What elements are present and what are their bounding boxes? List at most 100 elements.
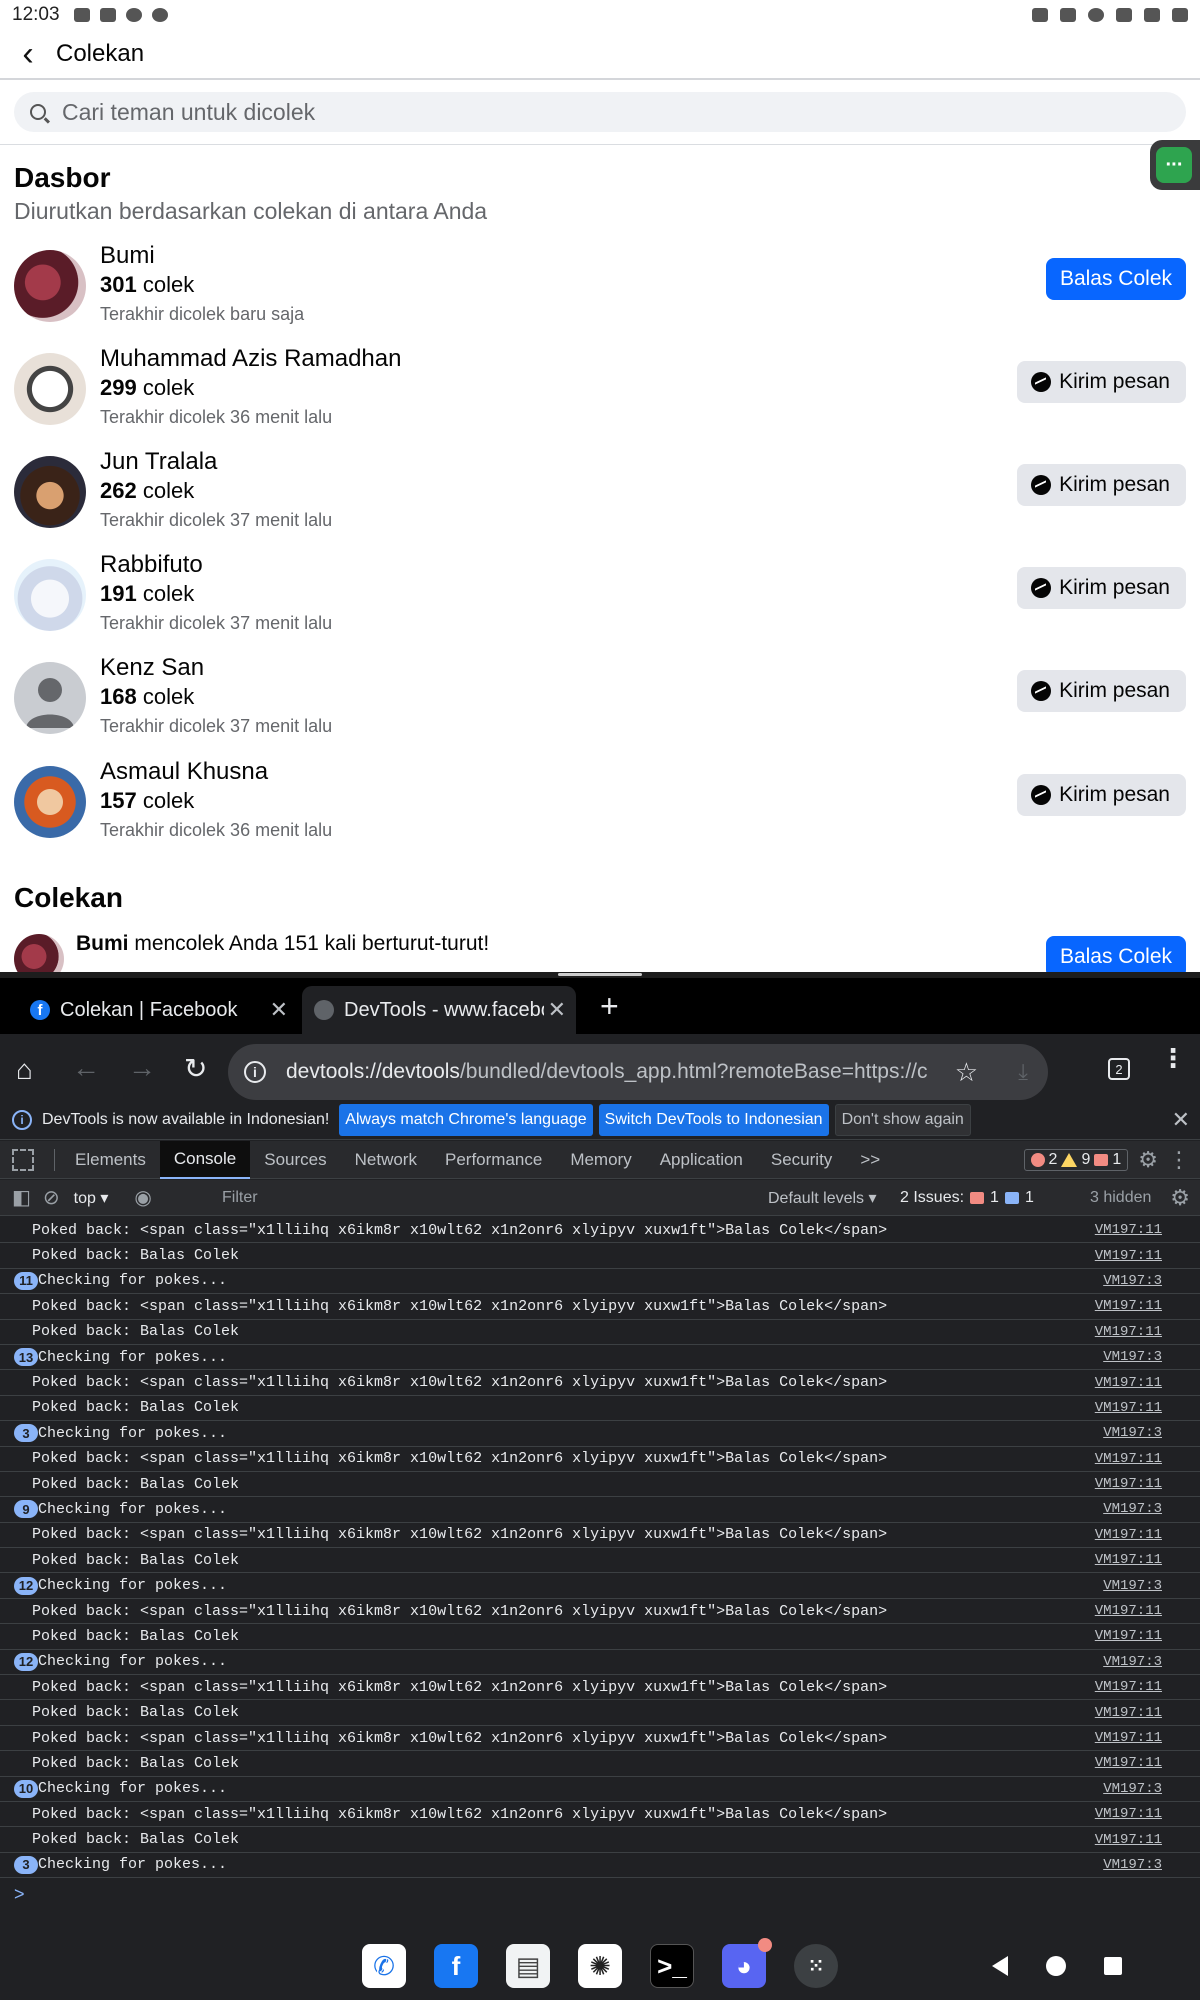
log-source-link[interactable]: VM197:3 [1103, 1578, 1162, 1594]
more-tabs-icon[interactable]: >> [846, 1141, 894, 1179]
avatar[interactable] [14, 456, 86, 528]
console-settings-icon[interactable]: ⚙ [1170, 1185, 1190, 1211]
log-source-link[interactable]: VM197:11 [1095, 1603, 1162, 1619]
address-bar[interactable]: i devtools://devtools/bundled/devtools_a… [228, 1044, 1048, 1100]
send-message-button[interactable]: Kirim pesan [1017, 774, 1186, 816]
settings-gear-icon[interactable]: ⚙ [1138, 1147, 1158, 1173]
console-prompt[interactable]: > [14, 1884, 25, 1905]
log-source-link[interactable]: VM197:11 [1095, 1806, 1162, 1822]
log-source-link[interactable]: VM197:11 [1095, 1628, 1162, 1644]
download-icon[interactable]: ⤓ [1018, 1059, 1028, 1085]
send-message-button[interactable]: Kirim pesan [1017, 361, 1186, 403]
filter-input[interactable] [210, 1184, 750, 1212]
tab-switcher-button[interactable]: 2 [1108, 1058, 1130, 1080]
log-source-link[interactable]: VM197:11 [1095, 1324, 1162, 1340]
search-input[interactable] [62, 98, 962, 126]
log-source-link[interactable]: VM197:11 [1095, 1222, 1162, 1238]
terminal-icon[interactable]: >_ [650, 1944, 694, 1988]
log-source-link[interactable]: VM197:3 [1103, 1501, 1162, 1517]
context-selector[interactable]: top ▾ [74, 1188, 109, 1208]
log-source-link[interactable]: VM197:11 [1095, 1298, 1162, 1314]
log-source-link[interactable]: VM197:11 [1095, 1832, 1162, 1848]
reload-icon[interactable]: ↻ [184, 1052, 207, 1085]
tab-application[interactable]: Application [646, 1141, 757, 1179]
menu-icon[interactable]: ⋮ [1160, 1045, 1186, 1071]
discord-icon[interactable]: ◕ [722, 1938, 772, 1988]
nav-back-icon[interactable] [992, 1956, 1008, 1976]
console-log-row: Poked back: <span class="x1lliihq x6ikm8… [0, 1523, 1200, 1549]
log-source-link[interactable]: VM197:11 [1095, 1476, 1162, 1492]
app-drawer-icon[interactable]: ⁙ [794, 1944, 838, 1988]
log-source-link[interactable]: VM197:11 [1095, 1248, 1162, 1264]
switch-language-button[interactable]: Switch DevTools to Indonesian [598, 1103, 829, 1136]
site-info-icon[interactable]: i [244, 1061, 266, 1083]
log-source-link[interactable]: VM197:3 [1103, 1781, 1162, 1797]
log-source-link[interactable]: VM197:11 [1095, 1679, 1162, 1695]
sidebar-toggle-icon[interactable]: ◧ [12, 1185, 31, 1210]
nav-home-icon[interactable] [1046, 1956, 1066, 1976]
avatar[interactable] [14, 250, 86, 322]
new-tab-button[interactable]: + [600, 988, 619, 1025]
log-source-link[interactable]: VM197:3 [1103, 1654, 1162, 1670]
tab-devtools[interactable]: DevTools - www.faceboo ✕ [302, 986, 576, 1034]
floating-chat-bubble[interactable]: ··· [1150, 140, 1200, 190]
back-button[interactable]: ‹ [0, 29, 56, 79]
close-tab-icon[interactable]: ✕ [270, 997, 288, 1023]
friend-name[interactable]: Rabbifuto [100, 551, 203, 579]
eye-icon[interactable]: ◉ [134, 1185, 151, 1210]
send-message-button[interactable]: Kirim pesan [1017, 464, 1186, 506]
search-bar[interactable] [14, 92, 1186, 132]
match-language-button[interactable]: Always match Chrome's language [339, 1103, 593, 1136]
gallery-icon[interactable]: ▤ [506, 1944, 550, 1988]
avatar[interactable] [14, 353, 86, 425]
friend-name[interactable]: Asmaul Khusna [100, 758, 268, 786]
log-source-link[interactable]: VM197:3 [1103, 1273, 1162, 1289]
forward-arrow-icon[interactable]: → [128, 1052, 156, 1084]
nav-recents-icon[interactable] [1104, 1957, 1122, 1975]
inspect-element-icon[interactable] [12, 1148, 34, 1171]
friend-name[interactable]: Muhammad Azis Ramadhan [100, 345, 401, 373]
log-source-link[interactable]: VM197:11 [1095, 1705, 1162, 1721]
poke-back-button[interactable]: Balas Colek [1045, 258, 1186, 300]
tab-performance[interactable]: Performance [431, 1141, 556, 1179]
log-source-link[interactable]: VM197:11 [1095, 1375, 1162, 1391]
home-icon[interactable]: ⌂ [16, 1054, 33, 1086]
log-source-link[interactable]: VM197:11 [1095, 1552, 1162, 1568]
log-source-link[interactable]: VM197:11 [1095, 1755, 1162, 1771]
log-source-link[interactable]: VM197:3 [1103, 1857, 1162, 1873]
back-arrow-icon[interactable]: ← [72, 1052, 100, 1084]
more-options-icon[interactable]: ⋮ [1168, 1147, 1190, 1173]
friend-name[interactable]: Jun Tralala [100, 448, 217, 476]
tab-security[interactable]: Security [757, 1141, 846, 1179]
tab-elements[interactable]: Elements [61, 1141, 160, 1179]
send-message-button[interactable]: Kirim pesan [1017, 670, 1186, 712]
avatar[interactable] [14, 662, 86, 734]
avatar[interactable] [14, 766, 86, 838]
log-source-link[interactable]: VM197:11 [1095, 1400, 1162, 1416]
error-warning-counter[interactable]: 2 9 1 [1023, 1148, 1129, 1171]
log-source-link[interactable]: VM197:11 [1095, 1730, 1162, 1746]
log-source-link[interactable]: VM197:3 [1103, 1349, 1162, 1365]
chatgpt-icon[interactable]: ✺ [578, 1944, 622, 1988]
log-source-link[interactable]: VM197:3 [1103, 1425, 1162, 1441]
tab-console[interactable]: Console [159, 1140, 251, 1179]
tab-sources[interactable]: Sources [250, 1141, 340, 1179]
phone-icon[interactable]: ✆ [362, 1944, 406, 1988]
log-levels-dropdown[interactable]: Default levels ▾ [768, 1188, 877, 1208]
log-source-link[interactable]: VM197:11 [1095, 1451, 1162, 1467]
issues-button[interactable]: 2 Issues: 1 1 [900, 1189, 1034, 1207]
friend-name[interactable]: Bumi [100, 242, 155, 270]
friend-name[interactable]: Kenz San [100, 654, 204, 682]
send-message-button[interactable]: Kirim pesan [1017, 567, 1186, 609]
close-tab-icon[interactable]: ✕ [548, 997, 566, 1023]
avatar[interactable] [14, 559, 86, 631]
clear-console-icon[interactable]: ⊘ [43, 1185, 60, 1210]
close-infobar-icon[interactable]: ✕ [1172, 1107, 1190, 1133]
tab-network[interactable]: Network [341, 1141, 431, 1179]
tab-memory[interactable]: Memory [556, 1141, 645, 1179]
tab-facebook[interactable]: f Colekan | Facebook ✕ [18, 986, 298, 1034]
dont-show-button[interactable]: Don't show again [834, 1103, 971, 1136]
log-source-link[interactable]: VM197:11 [1095, 1527, 1162, 1543]
bookmark-star-icon[interactable]: ☆ [955, 1057, 978, 1088]
facebook-icon[interactable]: f [434, 1944, 478, 1988]
